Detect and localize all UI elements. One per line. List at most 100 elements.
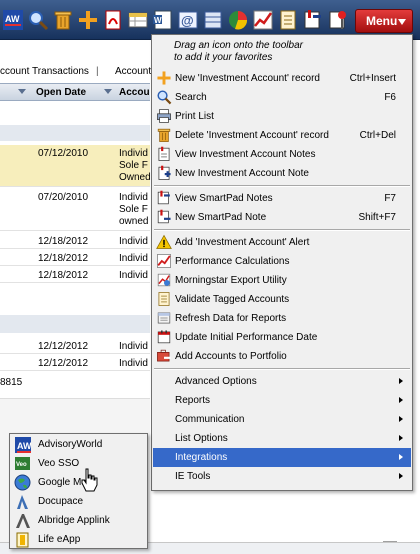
veo-logo-icon: Veo	[14, 455, 31, 472]
chevron-right-icon	[399, 397, 403, 403]
menu-item-label: Performance Calculations	[175, 256, 290, 267]
menu-button[interactable]: Menu	[355, 9, 413, 33]
submenu-item-label: Docupace	[38, 496, 84, 507]
menu-item-advanced-options[interactable]: Advanced Options	[153, 372, 411, 391]
open-date-cell: 12/18/2012	[38, 253, 89, 264]
column-account[interactable]: Accou	[119, 87, 150, 98]
column-open-date[interactable]: Open Date	[36, 87, 86, 98]
account-cell-line: Owned	[119, 172, 151, 183]
calendar-icon	[156, 329, 172, 345]
table-row[interactable]: 12/18/2012 Individ	[0, 267, 150, 283]
performance-chart-icon[interactable]	[252, 9, 274, 31]
tab-account-transactions[interactable]: ccount Transactions	[0, 66, 89, 77]
search-icon	[156, 89, 172, 105]
hand-cursor-icon	[81, 468, 98, 492]
menu-item-ie-tools[interactable]: IE Tools	[153, 467, 411, 486]
pie-chart-icon[interactable]	[227, 9, 249, 31]
submenu-item-google-maps[interactable]: Google Maps	[11, 473, 146, 492]
menu-item-label: Delete 'Investment Account' record	[175, 130, 329, 141]
checklist-icon	[156, 291, 172, 307]
word-icon[interactable]: W	[152, 9, 174, 31]
menu-item-delete-investment-account-record[interactable]: Delete 'Investment Account' record Ctrl+D…	[153, 126, 411, 145]
submenu-item-veo-sso[interactable]: Veo Veo SSO	[11, 454, 146, 473]
menu-item-add-investment-account-alert[interactable]: Add 'Investment Account' Alert	[153, 233, 411, 252]
menu-item-performance-calculations[interactable]: Performance Calculations	[153, 252, 411, 271]
filter-icon[interactable]	[104, 89, 112, 94]
pdf-icon[interactable]	[102, 9, 124, 31]
life-eapp-icon	[14, 531, 31, 548]
menu-item-add-accounts-to-portfolio[interactable]: Add Accounts to Portfolio	[153, 347, 411, 366]
table-row[interactable]: 12/18/2012 Individ	[0, 250, 150, 266]
menu-item-new-investment-account-note[interactable]: New Investment Account Note	[153, 164, 411, 183]
account-cell-line: Sole F	[119, 160, 148, 171]
menu-item-label: Search	[175, 92, 207, 103]
advisoryworld-logo-icon[interactable]: AW	[2, 9, 24, 31]
menu-item-label: Advanced Options	[175, 376, 257, 387]
account-cell: Individ Sole F Owned	[119, 148, 151, 184]
menu-item-search[interactable]: Search F6	[153, 88, 411, 107]
menu-item-update-initial-performance-date[interactable]: Update Initial Performance Date	[153, 328, 411, 347]
submenu-item-label: Life eApp	[38, 534, 81, 545]
menu-item-refresh-data-for-reports[interactable]: Refresh Data for Reports	[153, 309, 411, 328]
table-row[interactable]: 12/18/2012 Individ	[0, 233, 150, 249]
account-cell-line: owned	[119, 216, 149, 227]
table-icon[interactable]	[127, 9, 149, 31]
docupace-logo-icon	[14, 493, 31, 510]
alert-icon	[156, 234, 172, 250]
email-icon[interactable]: @	[177, 9, 199, 31]
menu-item-new-smartpad-note[interactable]: New SmartPad Note Shift+F7	[153, 208, 411, 227]
svg-text:Veo: Veo	[16, 462, 27, 468]
svg-text:@: @	[181, 13, 194, 28]
menu-item-view-smartpad-notes[interactable]: View SmartPad Notes F7	[153, 189, 411, 208]
account-cell-line: Individ	[119, 253, 148, 264]
pin-icon[interactable]	[327, 9, 349, 31]
account-cell-line: Sole F	[119, 204, 148, 215]
menu-item-label: New SmartPad Note	[175, 212, 267, 223]
table-row[interactable]: 07/12/2010 Individ Sole F Owned	[0, 145, 151, 187]
submenu-item-life-eapp[interactable]: Life eApp	[11, 530, 146, 549]
caret-down-icon	[398, 19, 406, 25]
albridge-logo-icon	[14, 512, 31, 529]
database-icon[interactable]	[202, 9, 224, 31]
menu-item-morningstar-export-utility[interactable]: Morningstar Export Utility	[153, 271, 411, 290]
main-dropdown-menu: Drag an icon onto the toolbar to add it …	[151, 34, 413, 491]
submenu-item-advisoryworld[interactable]: AW AdvisoryWorld	[11, 435, 146, 454]
chevron-right-icon	[399, 473, 403, 479]
menu-button-label: Menu	[366, 14, 398, 28]
menu-item-label: Add 'Investment Account' Alert	[175, 237, 310, 248]
open-date-cell: 07/12/2010	[38, 148, 89, 159]
menu-item-communication[interactable]: Communication	[153, 410, 411, 429]
menu-item-view-investment-account-notes[interactable]: View Investment Account Notes	[153, 145, 411, 164]
menu-item-new-investment-account-record[interactable]: New 'Investment Account' record Ctrl+Inse…	[153, 69, 411, 88]
trash-icon[interactable]	[52, 9, 74, 31]
tab-account[interactable]: Account	[115, 66, 151, 77]
menu-item-print-list[interactable]: Print List	[153, 107, 411, 126]
table-row[interactable]: 12/12/2012 Individ	[0, 355, 150, 371]
table-row[interactable]: 07/20/2010 Individ Sole Fowned	[0, 189, 150, 231]
account-cell-line: Individ	[119, 192, 148, 203]
menu-item-validate-tagged-accounts[interactable]: Validate Tagged Accounts	[153, 290, 411, 309]
smartpad-icon[interactable]	[302, 9, 324, 31]
add-plus-icon[interactable]	[77, 9, 99, 31]
globe-icon	[14, 474, 31, 491]
menu-item-label: Integrations	[175, 452, 228, 463]
refresh-icon	[156, 310, 172, 326]
menu-item-label: Update Initial Performance Date	[175, 332, 318, 343]
tab-separator: |	[96, 66, 99, 77]
open-date-cell: 12/12/2012	[38, 341, 89, 352]
column-header-row: Open Date Accou	[0, 83, 150, 101]
menu-hint-line-2: to add it your favorites	[174, 52, 273, 63]
submenu-item-docupace[interactable]: Docupace	[11, 492, 146, 511]
menu-item-integrations[interactable]: Integrations	[153, 448, 411, 467]
table-row[interactable]: 12/12/2012 Individ	[0, 338, 150, 354]
search-icon[interactable]	[27, 9, 49, 31]
account-cell-line: Individ	[119, 270, 148, 281]
submenu-item-albridge-applink[interactable]: Albridge Applink	[11, 511, 146, 530]
filter-icon[interactable]	[18, 89, 26, 94]
checklist-icon[interactable]	[277, 9, 299, 31]
menu-item-reports[interactable]: Reports	[153, 391, 411, 410]
new-smartpad-icon	[156, 209, 172, 225]
menu-item-label: New 'Investment Account' record	[175, 73, 320, 84]
menu-item-list-options[interactable]: List Options	[153, 429, 411, 448]
menu-item-label: Morningstar Export Utility	[175, 275, 287, 286]
